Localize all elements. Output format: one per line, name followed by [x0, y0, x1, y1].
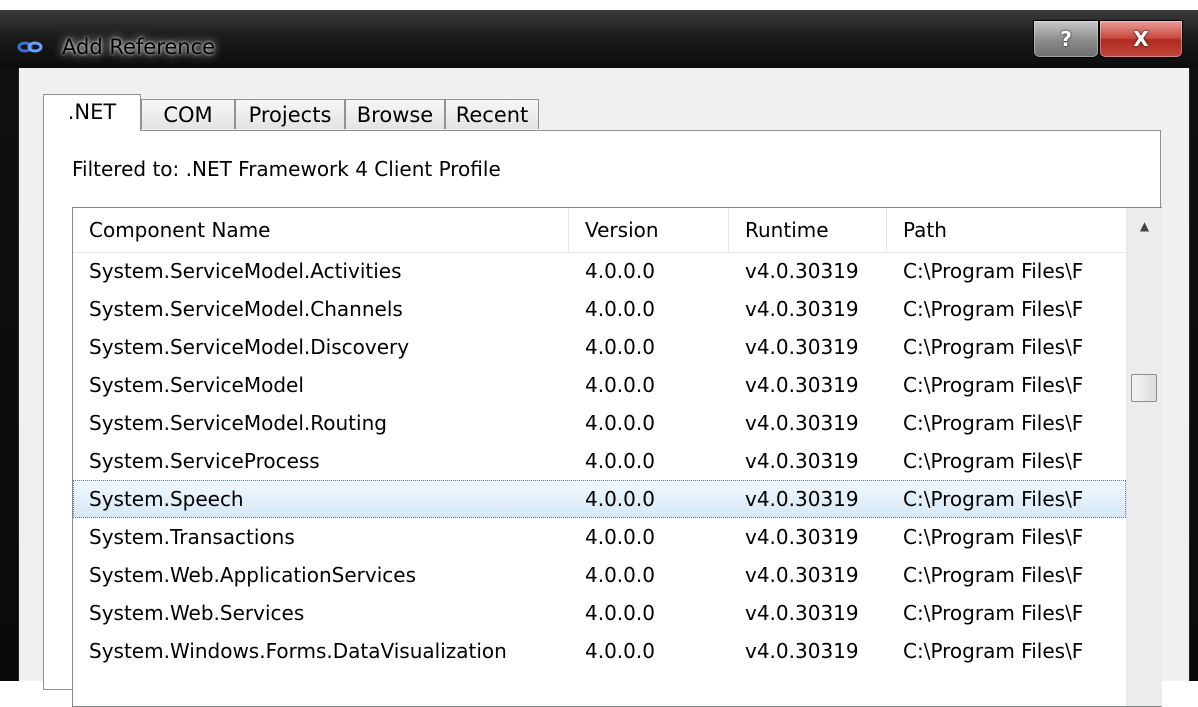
cell-runtime: v4.0.30319 [745, 259, 859, 283]
column-header-version[interactable]: Version [569, 208, 729, 252]
column-header-path[interactable]: Path [887, 208, 1126, 252]
table-row[interactable]: System.ServiceProcess 4.0.0.0 v4.0.30319… [73, 442, 1126, 480]
cell-component-name: System.Transactions [89, 525, 295, 549]
cell-version: 4.0.0.0 [585, 411, 655, 435]
table-row[interactable]: System.ServiceModel 4.0.0.0 v4.0.30319 C… [73, 366, 1126, 404]
cell-runtime: v4.0.30319 [745, 563, 859, 587]
table-row[interactable]: System.ServiceModel.Activities 4.0.0.0 v… [73, 252, 1126, 290]
tab-browse[interactable]: Browse [345, 99, 445, 129]
table-row[interactable]: System.Windows.Forms.DataVisualization 4… [73, 632, 1126, 670]
cell-component-name: System.Web.ApplicationServices [89, 563, 416, 587]
filter-label: Filtered to: .NET Framework 4 Client Pro… [72, 157, 501, 181]
cell-version: 4.0.0.0 [585, 373, 655, 397]
tab-projects[interactable]: Projects [235, 99, 345, 129]
cell-version: 4.0.0.0 [585, 259, 655, 283]
cell-version: 4.0.0.0 [585, 563, 655, 587]
cell-runtime: v4.0.30319 [745, 525, 859, 549]
table-row[interactable]: System.Transactions 4.0.0.0 v4.0.30319 C… [73, 518, 1126, 556]
close-button[interactable]: X [1099, 20, 1183, 58]
window-title: Add Reference [62, 35, 216, 59]
table-row[interactable]: System.ServiceModel.Discovery 4.0.0.0 v4… [73, 328, 1126, 366]
cell-path: C:\Program Files\F [903, 335, 1084, 359]
chevron-up-icon: ▲ [1139, 219, 1150, 233]
cell-runtime: v4.0.30319 [745, 297, 859, 321]
table-row[interactable]: System.Web.ApplicationServices 4.0.0.0 v… [73, 556, 1126, 594]
cell-version: 4.0.0.0 [585, 487, 655, 511]
cell-component-name: System.Web.Services [89, 601, 305, 625]
cell-version: 4.0.0.0 [585, 297, 655, 321]
cell-component-name: System.ServiceModel.Activities [89, 259, 402, 283]
cell-runtime: v4.0.30319 [745, 449, 859, 473]
column-header-runtime[interactable]: Runtime [729, 208, 887, 252]
scroll-thumb[interactable] [1131, 374, 1157, 402]
table-row[interactable]: System.Web.Services 4.0.0.0 v4.0.30319 C… [73, 594, 1126, 632]
cell-version: 4.0.0.0 [585, 601, 655, 625]
dialog-body: .NET COM Projects Browse Recent Filtered… [18, 68, 1190, 707]
cell-component-name: System.Speech [89, 487, 244, 511]
cell-path: C:\Program Files\F [903, 411, 1084, 435]
tab-label: Projects [248, 103, 332, 127]
component-list[interactable]: Component Name Version Runtime Path Syst… [72, 207, 1162, 707]
cell-path: C:\Program Files\F [903, 487, 1084, 511]
cell-component-name: System.ServiceModel.Channels [89, 297, 403, 321]
cell-path: C:\Program Files\F [903, 373, 1084, 397]
tab-label: Browse [356, 103, 434, 127]
tab-panel-net: Filtered to: .NET Framework 4 Client Pro… [43, 130, 1162, 707]
cell-path: C:\Program Files\F [903, 259, 1084, 283]
cell-runtime: v4.0.30319 [745, 639, 859, 663]
cell-version: 4.0.0.0 [585, 335, 655, 359]
vertical-scrollbar[interactable]: ▲ [1126, 208, 1162, 706]
cell-runtime: v4.0.30319 [745, 335, 859, 359]
tab-com[interactable]: COM [141, 99, 235, 129]
cell-version: 4.0.0.0 [585, 449, 655, 473]
list-header: Component Name Version Runtime Path [73, 208, 1126, 253]
cell-path: C:\Program Files\F [903, 449, 1084, 473]
link-reference-icon [17, 41, 43, 53]
cell-component-name: System.ServiceModel [89, 373, 304, 397]
cell-runtime: v4.0.30319 [745, 487, 859, 511]
scroll-up-button[interactable]: ▲ [1127, 208, 1162, 244]
tab-label: .NET [67, 100, 117, 124]
cell-path: C:\Program Files\F [903, 639, 1084, 663]
help-button[interactable]: ? [1033, 20, 1099, 58]
cell-runtime: v4.0.30319 [745, 601, 859, 625]
cell-runtime: v4.0.30319 [745, 411, 859, 435]
cell-path: C:\Program Files\F [903, 601, 1084, 625]
table-row[interactable]: System.ServiceModel.Routing 4.0.0.0 v4.0… [73, 404, 1126, 442]
cell-path: C:\Program Files\F [903, 563, 1084, 587]
table-row-selected[interactable]: System.Speech 4.0.0.0 v4.0.30319 C:\Prog… [73, 480, 1126, 518]
close-icon: X [1133, 27, 1149, 51]
column-header-component-name[interactable]: Component Name [73, 208, 569, 252]
window-frame: Add Reference ? X .NET COM Projects Brow… [0, 0, 1198, 707]
tab-label: COM [163, 103, 213, 127]
table-row[interactable]: System.ServiceModel.Channels 4.0.0.0 v4.… [73, 290, 1126, 328]
cell-component-name: System.ServiceModel.Discovery [89, 335, 410, 359]
cell-component-name: System.ServiceProcess [89, 449, 320, 473]
cell-component-name: System.Windows.Forms.DataVisualization [89, 639, 507, 663]
cell-runtime: v4.0.30319 [745, 373, 859, 397]
tab-net[interactable]: .NET [43, 94, 141, 131]
tab-recent[interactable]: Recent [445, 99, 539, 129]
cell-version: 4.0.0.0 [585, 639, 655, 663]
tab-label: Recent [455, 103, 529, 127]
title-bar[interactable]: Add Reference ? X [0, 10, 1198, 68]
cell-path: C:\Program Files\F [903, 525, 1084, 549]
help-icon: ? [1060, 27, 1072, 51]
cell-path: C:\Program Files\F [903, 297, 1084, 321]
cell-version: 4.0.0.0 [585, 525, 655, 549]
cell-component-name: System.ServiceModel.Routing [89, 411, 387, 435]
